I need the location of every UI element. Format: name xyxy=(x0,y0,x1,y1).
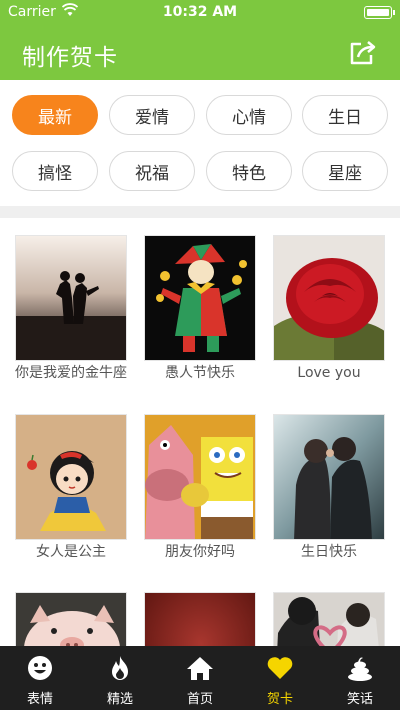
category-chip-funny[interactable]: 搞怪 xyxy=(12,151,98,191)
card-caption: 生日快乐 xyxy=(301,544,357,560)
card-item[interactable]: 愚人节快乐 xyxy=(144,235,256,384)
tab-label: 贺卡 xyxy=(266,692,293,707)
category-chip-love[interactable]: 爱情 xyxy=(109,95,195,135)
card-caption: Love you xyxy=(297,365,361,381)
poop-icon xyxy=(348,657,372,681)
card-item[interactable]: 生日快乐 xyxy=(273,414,385,563)
tab-cards[interactable]: 贺卡 xyxy=(240,646,320,710)
card-grid: 你是我爱的金牛座 愚人节快乐 Love you 女人是公主 朋友你好吗 生日快乐 xyxy=(0,218,400,646)
page-title: 制作贺卡 xyxy=(22,45,118,71)
category-chip-special[interactable]: 特色 xyxy=(206,151,292,191)
card-caption: 朋友你好吗 xyxy=(165,544,235,560)
card-thumbnail xyxy=(15,592,127,646)
tab-label: 首页 xyxy=(186,692,213,707)
nav-bar: 制作贺卡 xyxy=(0,26,400,80)
clock: 10:32 AM xyxy=(162,4,238,20)
card-thumbnail xyxy=(144,235,256,361)
card-thumbnail xyxy=(15,235,127,361)
card-thumbnail xyxy=(15,414,127,540)
category-chip-zodiac[interactable]: 星座 xyxy=(302,151,388,191)
tab-label: 笑话 xyxy=(346,692,373,707)
status-bar: Carrier 10:32 AM xyxy=(0,0,400,26)
card-thumbnail xyxy=(273,592,385,646)
card-item[interactable] xyxy=(15,592,127,646)
tab-jokes[interactable]: 笑话 xyxy=(320,646,400,710)
tab-label: 精选 xyxy=(106,692,133,707)
tab-bar: 表情 精选 首页 贺卡 笑话 xyxy=(0,646,400,710)
tab-home[interactable]: 首页 xyxy=(160,646,240,710)
category-chip-blessing[interactable]: 祝福 xyxy=(109,151,195,191)
card-thumbnail xyxy=(273,414,385,540)
card-item[interactable] xyxy=(144,592,256,646)
card-thumbnail xyxy=(273,235,385,361)
section-divider xyxy=(0,206,400,218)
share-icon[interactable] xyxy=(348,39,378,67)
category-filter: 最新 爱情 心情 生日 搞怪 祝福 特色 星座 xyxy=(0,80,400,206)
card-caption: 愚人节快乐 xyxy=(165,365,235,381)
card-thumbnail xyxy=(144,414,256,540)
card-item[interactable]: 朋友你好吗 xyxy=(144,414,256,563)
battery-icon xyxy=(364,6,395,19)
home-icon xyxy=(187,657,213,680)
card-thumbnail xyxy=(144,592,256,646)
card-item[interactable]: 你是我爱的金牛座 xyxy=(15,235,127,384)
card-item[interactable]: 女人是公主 xyxy=(15,414,127,563)
smiley-icon xyxy=(28,656,52,680)
flame-icon xyxy=(112,656,128,680)
card-item[interactable] xyxy=(273,592,385,646)
category-chip-newest[interactable]: 最新 xyxy=(12,95,98,135)
card-caption: 你是我爱的金牛座 xyxy=(15,365,127,381)
heart-icon xyxy=(267,657,293,679)
tab-label: 表情 xyxy=(26,692,53,707)
category-chip-birthday[interactable]: 生日 xyxy=(302,95,388,135)
category-chip-mood[interactable]: 心情 xyxy=(206,95,292,135)
tab-featured[interactable]: 精选 xyxy=(80,646,160,710)
card-caption: 女人是公主 xyxy=(36,544,106,560)
card-item[interactable]: Love you xyxy=(273,235,385,384)
tab-emoji[interactable]: 表情 xyxy=(0,646,80,710)
